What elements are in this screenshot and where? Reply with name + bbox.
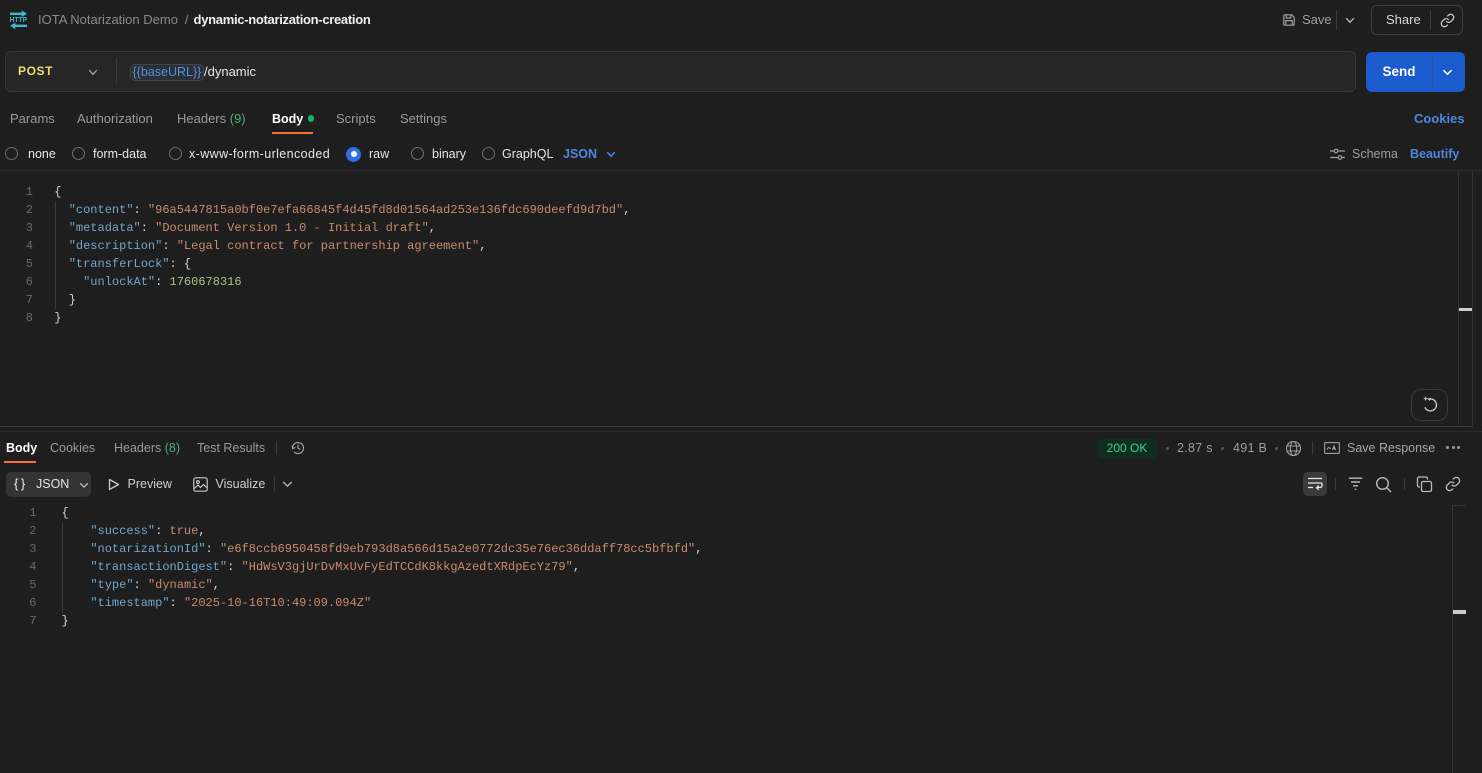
svg-text:HTTP: HTTP	[10, 15, 28, 24]
